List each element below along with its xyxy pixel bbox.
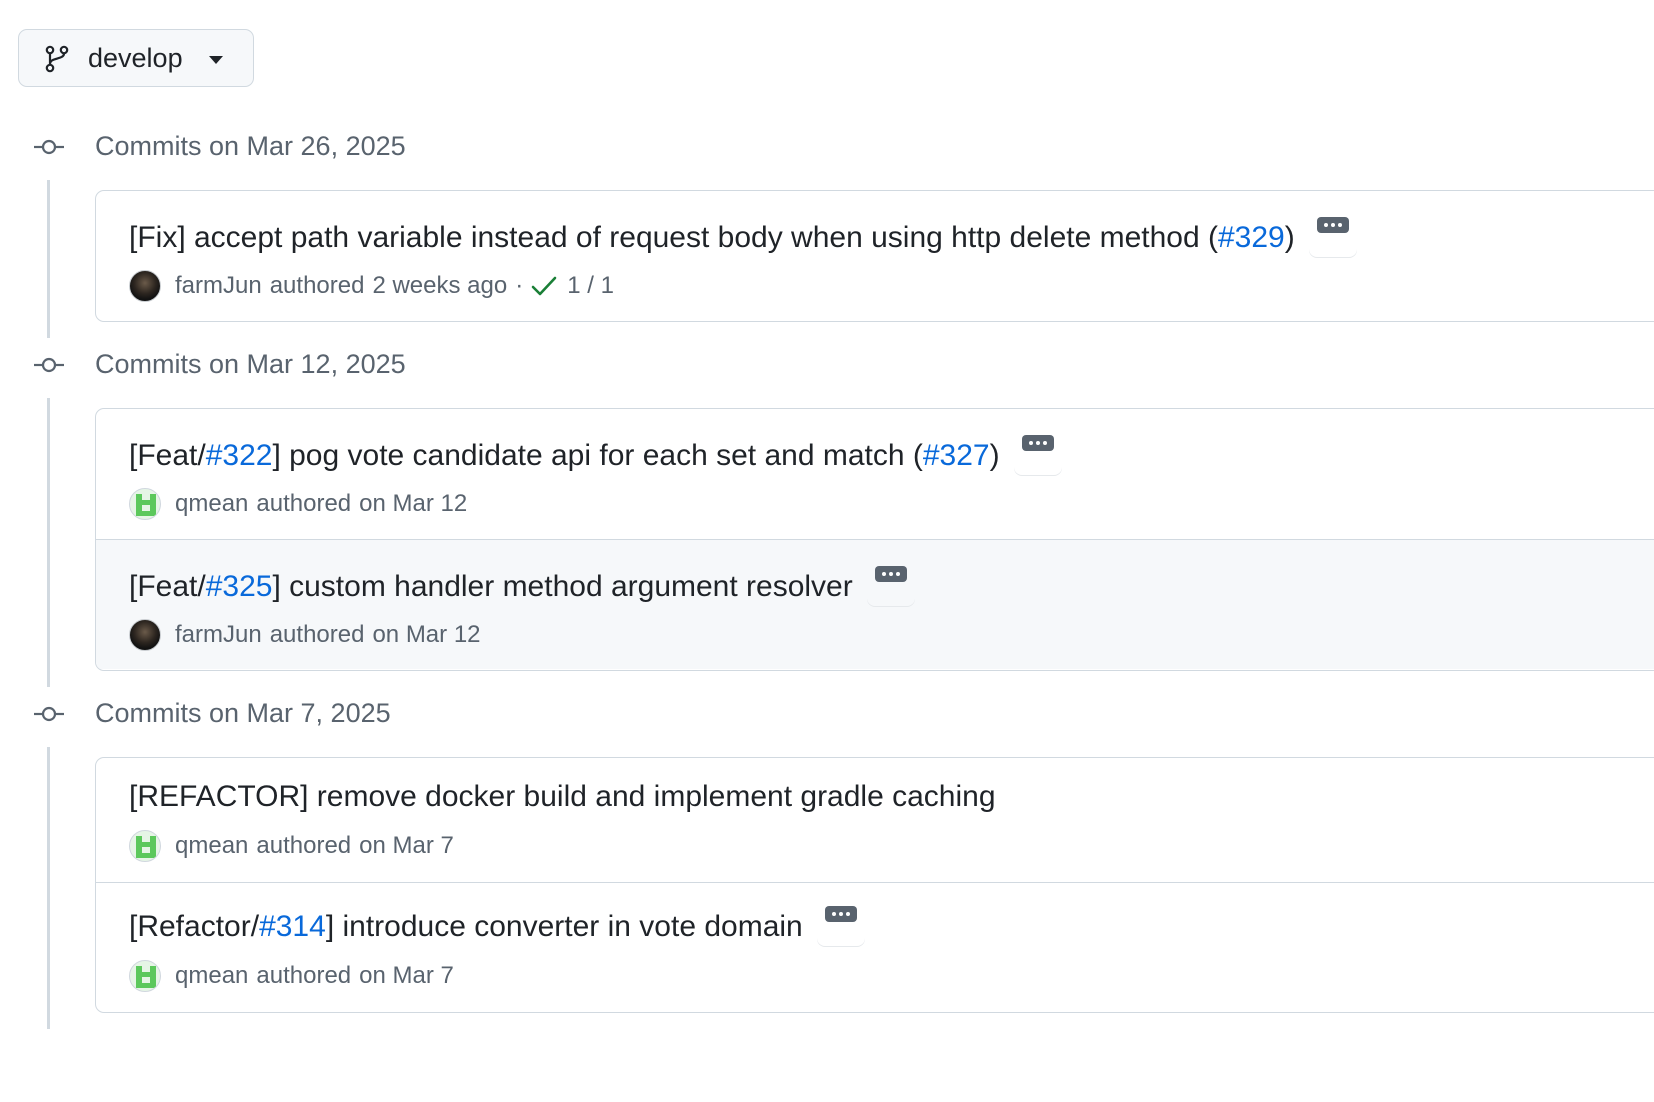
timeline-line	[47, 747, 50, 1029]
kebab-horizontal-icon	[824, 906, 857, 922]
authored-label: authored	[256, 962, 352, 989]
meta-separator: ·	[515, 272, 524, 299]
commit-meta: qmean authored on Mar 12	[129, 487, 467, 521]
commit-group-header: Commits on Mar 7, 2025	[0, 698, 1654, 738]
git-commit-icon	[34, 139, 64, 155]
author-link[interactable]: qmean	[175, 962, 248, 990]
issue-link[interactable]: #314	[259, 910, 326, 944]
commit-group-header: Commits on Mar 26, 2025	[0, 131, 1654, 171]
authored-label: authored	[256, 490, 352, 517]
commit-row: [Feat/#322] pog vote candidate api for e…	[96, 409, 1654, 539]
kebab-horizontal-icon	[1021, 435, 1054, 451]
commit-title: [Feat/#322] pog vote candidate api for e…	[129, 435, 1062, 475]
issue-link[interactable]: #325	[206, 570, 273, 604]
commit-list: [REFACTOR] remove docker build and imple…	[95, 757, 1654, 1013]
commit-row: [Refactor/#314] introduce converter in v…	[96, 882, 1654, 1012]
commit-group-date: Commits on Mar 26, 2025	[95, 131, 406, 161]
commit-meta: farmJun authored 2 weeks ago · 1 / 1	[129, 269, 614, 303]
author-avatar[interactable]	[129, 960, 161, 992]
issue-link[interactable]: #322	[206, 439, 273, 473]
git-commit-icon	[34, 706, 64, 722]
commit-meta: qmean authored on Mar 7	[129, 959, 454, 993]
branch-name: develop	[88, 43, 183, 73]
commit-title: [Fix] accept path variable instead of re…	[129, 217, 1357, 257]
git-commit-icon	[34, 357, 64, 373]
check-icon[interactable]	[531, 275, 557, 297]
commit-meta: farmJun authored on Mar 12	[129, 618, 481, 652]
commit-message-link[interactable]: ] custom handler method argument resolve…	[272, 570, 852, 604]
commit-message-link[interactable]: )	[990, 439, 1000, 473]
author-link[interactable]: qmean	[175, 490, 248, 518]
show-description-button[interactable]	[817, 902, 865, 946]
commit-group-header: Commits on Mar 12, 2025	[0, 349, 1654, 389]
branch-selector-button[interactable]: develop	[18, 29, 254, 87]
git-branch-icon	[45, 45, 69, 73]
commit-message-link[interactable]: ] introduce converter in vote domain	[326, 910, 803, 944]
kebab-horizontal-icon	[874, 566, 907, 582]
commit-message-link[interactable]: [Fix] accept path variable instead of re…	[129, 221, 1218, 255]
commit-meta: qmean authored on Mar 7	[129, 829, 454, 863]
commit-message-link[interactable]: [REFACTOR] remove docker build and imple…	[129, 780, 996, 814]
checks-status[interactable]: 1 / 1	[567, 272, 614, 300]
authored-label: authored	[269, 272, 365, 299]
show-description-button[interactable]	[1309, 213, 1357, 257]
commit-message-link[interactable]: ] pog vote candidate api for each set an…	[272, 439, 922, 473]
timeline-line	[47, 180, 50, 338]
commit-time: on Mar 7	[359, 832, 454, 859]
commit-time: on Mar 12	[372, 621, 481, 648]
show-description-button[interactable]	[1014, 431, 1062, 475]
author-link[interactable]: farmJun	[175, 621, 262, 649]
commit-row: [Feat/#325] custom handler method argume…	[96, 539, 1654, 669]
pull-request-link[interactable]: #329	[1218, 221, 1285, 255]
commit-message-link[interactable]: [Refactor/	[129, 910, 259, 944]
commit-message-link[interactable]: [Feat/	[129, 570, 206, 604]
commit-title: [Feat/#325] custom handler method argume…	[129, 566, 915, 606]
commit-row: [Fix] accept path variable instead of re…	[96, 191, 1654, 321]
author-avatar[interactable]	[129, 619, 161, 651]
author-avatar[interactable]	[129, 270, 161, 302]
commit-message-link[interactable]: )	[1285, 221, 1295, 255]
authored-label: authored	[256, 832, 352, 859]
commit-time: on Mar 12	[359, 490, 468, 517]
authored-label: authored	[269, 621, 365, 648]
author-avatar[interactable]	[129, 830, 161, 862]
kebab-horizontal-icon	[1316, 217, 1349, 233]
commit-row: [REFACTOR] remove docker build and imple…	[96, 758, 1654, 882]
author-avatar[interactable]	[129, 488, 161, 520]
triangle-down-icon	[209, 56, 223, 64]
timeline-line	[47, 398, 50, 687]
commit-list: [Fix] accept path variable instead of re…	[95, 190, 1654, 322]
commit-time: 2 weeks ago	[372, 272, 508, 299]
commit-time: on Mar 7	[359, 962, 454, 989]
commit-group-date: Commits on Mar 7, 2025	[95, 698, 391, 728]
commit-message-link[interactable]: [Feat/	[129, 439, 206, 473]
author-link[interactable]: farmJun	[175, 272, 262, 300]
commit-group-date: Commits on Mar 12, 2025	[95, 349, 406, 379]
pull-request-link[interactable]: #327	[923, 439, 990, 473]
commit-title: [REFACTOR] remove docker build and imple…	[129, 780, 996, 814]
commit-title: [Refactor/#314] introduce converter in v…	[129, 906, 865, 946]
author-link[interactable]: qmean	[175, 832, 248, 860]
commit-list: [Feat/#322] pog vote candidate api for e…	[95, 408, 1654, 671]
show-description-button[interactable]	[867, 562, 915, 606]
